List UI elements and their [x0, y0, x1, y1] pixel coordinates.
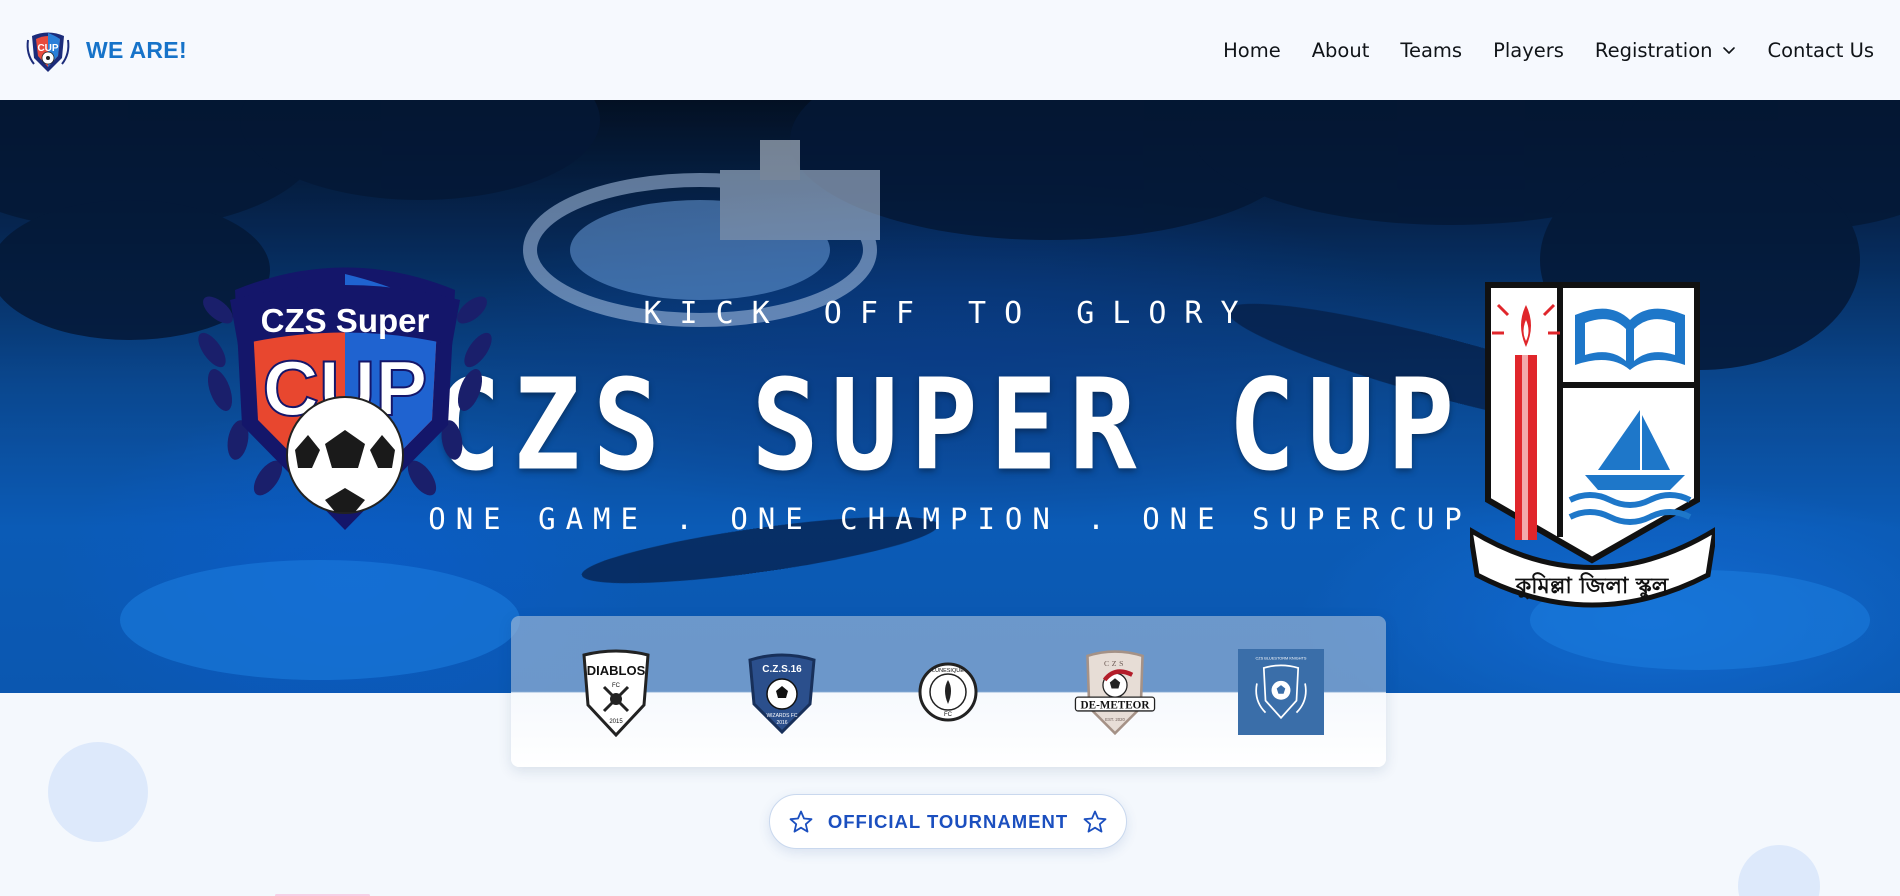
nav-registration-dropdown[interactable]: Registration — [1595, 39, 1737, 62]
official-tournament-badge: OFFICIAL TOURNAMENT — [769, 794, 1127, 849]
brand-text: WE ARE! — [86, 36, 187, 63]
svg-text:FC: FC — [944, 712, 953, 718]
czs-super-cup-emblem: CZS Super CUP — [198, 267, 492, 530]
star-icon — [1083, 810, 1107, 832]
svg-text:CZS Super: CZS Super — [261, 302, 430, 339]
brand[interactable]: CUP WE ARE! — [24, 26, 187, 74]
svg-text:C.Z.S.16: C.Z.S.16 — [763, 664, 803, 675]
svg-text:CZS BLUESTORM KNIGHTS: CZS BLUESTORM KNIGHTS — [1255, 655, 1306, 660]
school-crest-emblem: কুমিল্লা জিলা স্কুল — [1470, 282, 1715, 608]
de-meteor-crest-icon: CZS DE-METEOR EST. 2020 — [1074, 649, 1155, 735]
nav-home[interactable]: Home — [1223, 39, 1281, 62]
svg-text:2015: 2015 — [609, 719, 623, 725]
svg-text:WIZARDS FC: WIZARDS FC — [767, 713, 798, 719]
top-navbar: CUP WE ARE! Home About Teams Players Reg… — [0, 0, 1900, 100]
wizards-crest-icon: C.Z.S.16 WIZARDS FC 2016 — [748, 653, 816, 734]
star-icon — [789, 810, 813, 832]
hero-banner: KICK OFF TO GLORY CZS SUPER CUP ONE GAME… — [0, 100, 1900, 693]
decorative-circle-left — [48, 742, 148, 842]
svg-text:কুমিল্লা জিলা স্কুল: কুমিল্লা জিলা স্কুল — [1515, 572, 1670, 600]
main-nav: Home About Teams Players Registration Co… — [1223, 39, 1874, 62]
nav-teams-label: Teams — [1400, 38, 1463, 62]
team-logo-lunesique[interactable]: LUNESIQUE FC — [905, 642, 991, 742]
team-logo-bluestorm-knights[interactable]: CZS BLUESTORM KNIGHTS — [1237, 642, 1324, 742]
nav-teams[interactable]: Teams — [1400, 39, 1462, 62]
svg-text:DIABLOS: DIABLOS — [587, 663, 646, 678]
team-logo-diablos[interactable]: DIABLOS FC 2015 — [573, 642, 659, 742]
diablos-crest-icon: DIABLOS FC 2015 — [582, 649, 650, 737]
nav-about-label: About — [1311, 38, 1370, 62]
lunesique-crest-icon: LUNESIQUE FC — [918, 662, 978, 721]
nav-about[interactable]: About — [1312, 39, 1370, 62]
svg-text:EST. 2020: EST. 2020 — [1105, 717, 1125, 722]
bluestorm-crest-icon: CZS BLUESTORM KNIGHTS — [1237, 648, 1324, 735]
svg-text:DE-METEOR: DE-METEOR — [1080, 699, 1150, 711]
svg-text:LUNESIQUE: LUNESIQUE — [933, 668, 965, 674]
teams-logo-strip: DIABLOS FC 2015 C.Z.S.16 WIZARDS FC 2016… — [511, 616, 1386, 767]
team-logo-czs16-wizards[interactable]: C.Z.S.16 WIZARDS FC 2016 — [739, 642, 825, 742]
nav-registration-label: Registration — [1594, 38, 1713, 62]
decorative-circle-right — [1738, 845, 1820, 896]
nav-contact-us[interactable]: Contact Us — [1768, 39, 1875, 62]
svg-text:CZS: CZS — [1104, 659, 1126, 668]
nav-home-label: Home — [1223, 38, 1281, 62]
chevron-down-icon — [1722, 47, 1735, 54]
nav-players-label: Players — [1493, 38, 1564, 62]
svg-text:FC: FC — [612, 683, 621, 689]
nav-contact-label: Contact Us — [1767, 38, 1875, 62]
nav-players[interactable]: Players — [1493, 39, 1564, 62]
svg-text:2016: 2016 — [777, 720, 788, 726]
team-logo-de-meteor[interactable]: CZS DE-METEOR EST. 2020 — [1072, 642, 1158, 742]
cup-logo-icon: CUP — [26, 32, 70, 72]
official-tournament-label: OFFICIAL TOURNAMENT — [827, 810, 1069, 832]
